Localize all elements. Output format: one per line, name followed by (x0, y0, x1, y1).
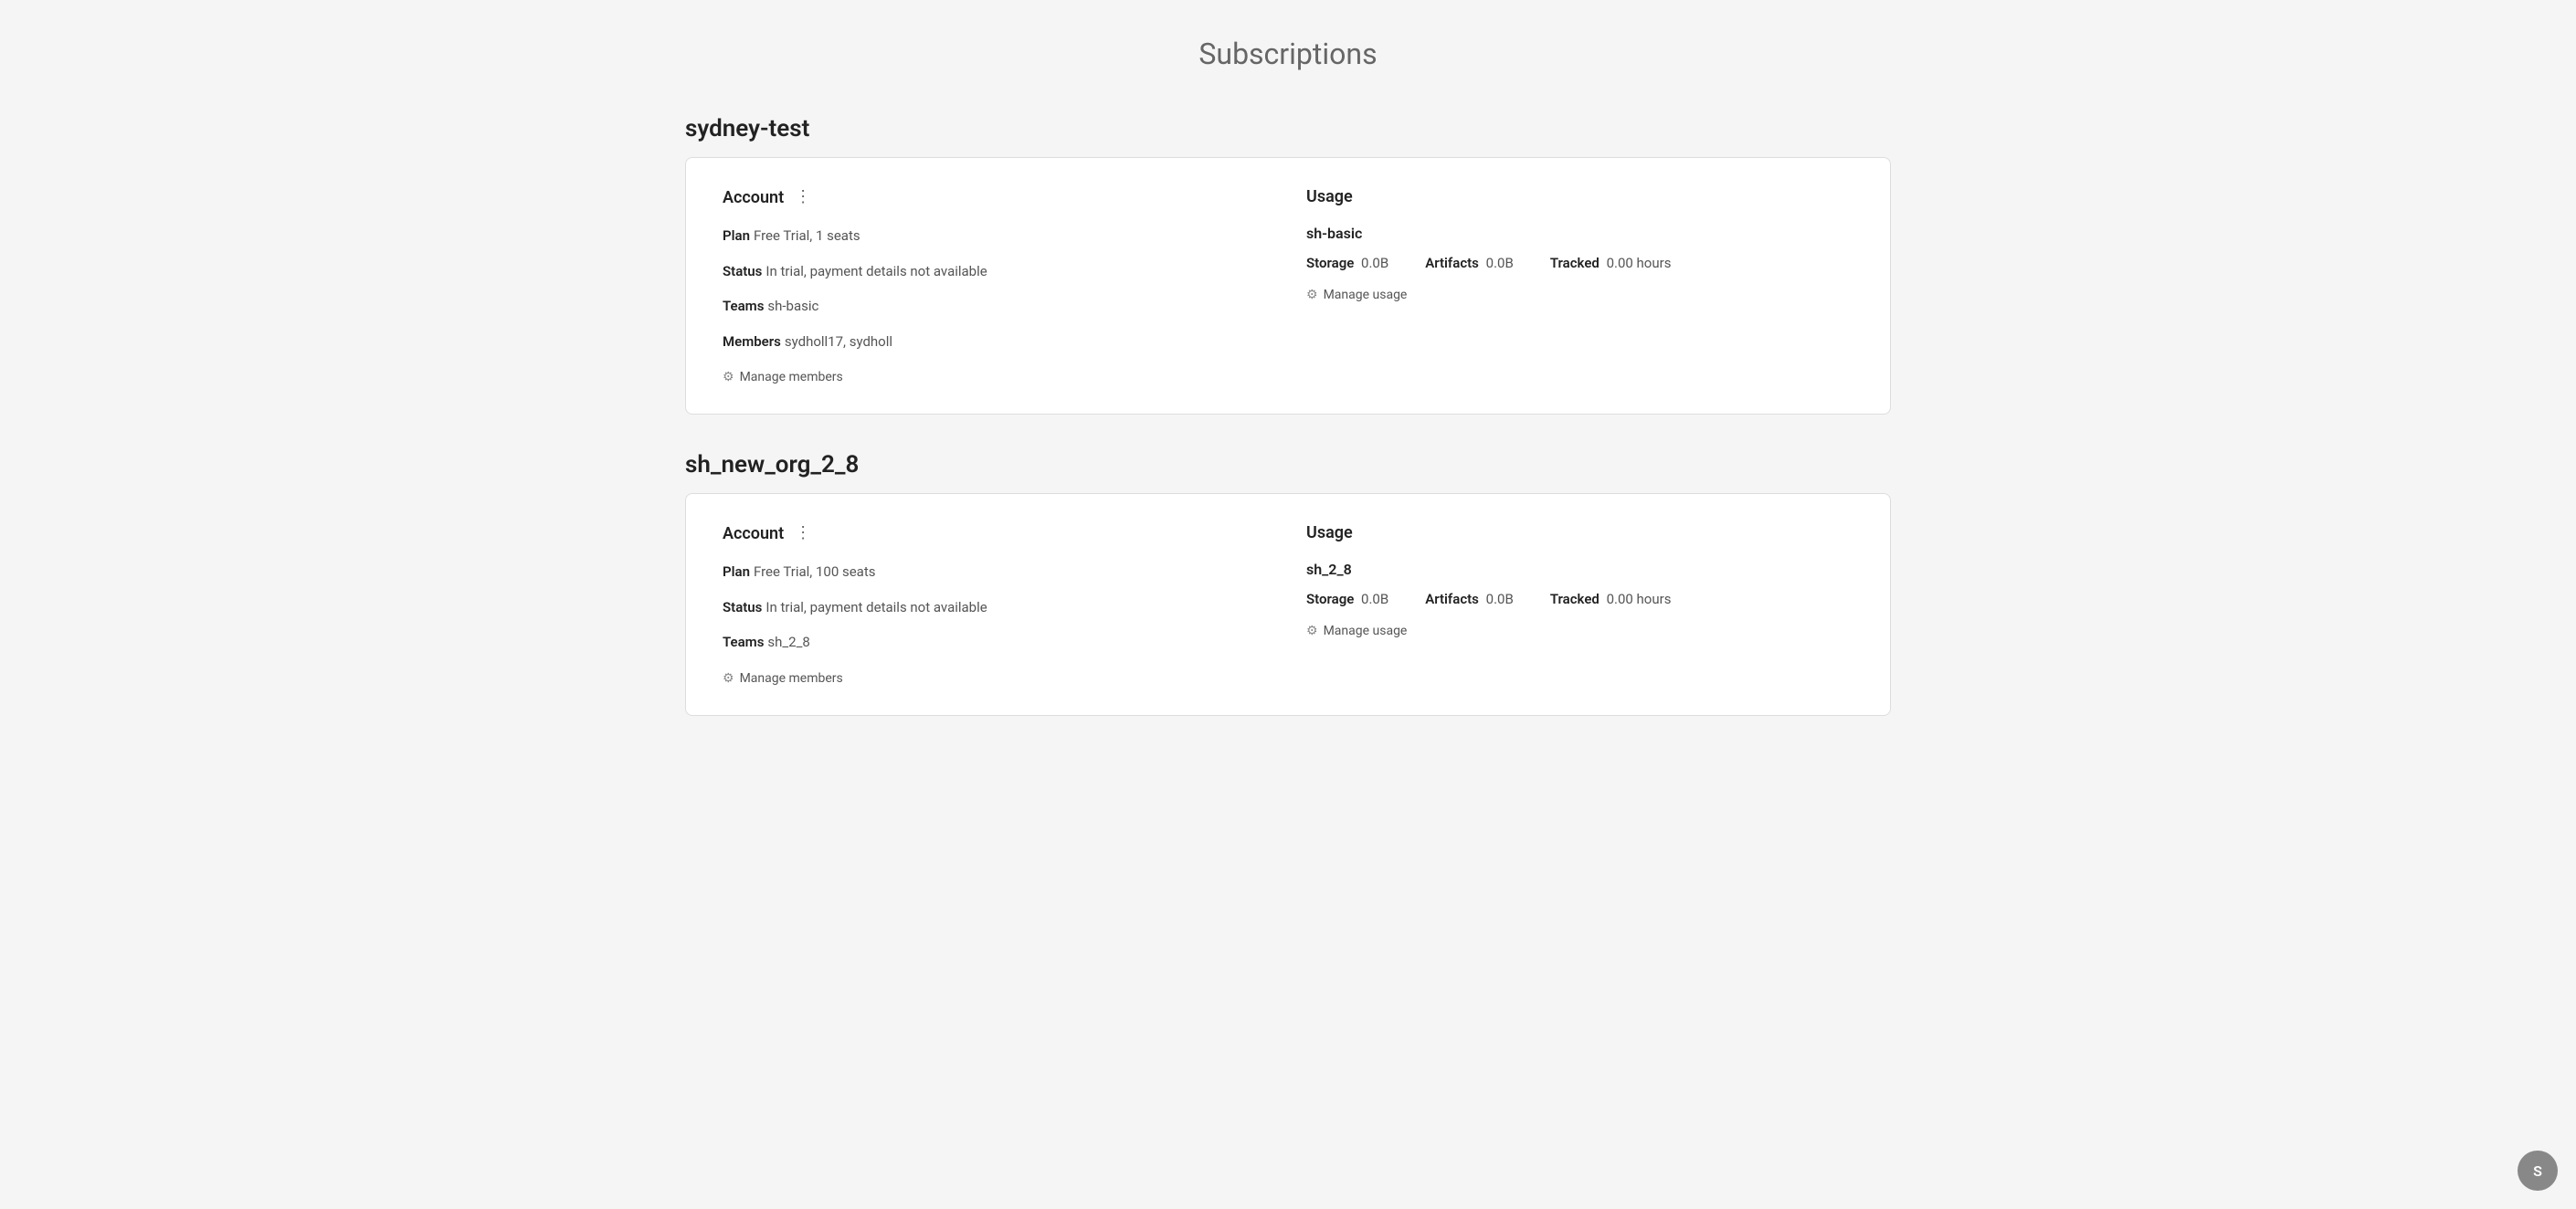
storage-value: 0.0B (1361, 591, 1388, 607)
artifacts-stat: Artifacts 0.0B (1425, 255, 1514, 271)
manage-usage-label: Manage usage (1324, 288, 1408, 302)
org-section-1: sh_new_org_2_8 Account ⋮ PlanFree Trial, 10… (685, 451, 1891, 716)
usage-title: Usage (1306, 523, 1353, 542)
members-row: Memberssydholl17, sydholl (723, 331, 1270, 352)
org-name: sh_new_org_2_8 (685, 451, 1891, 478)
org-name: sydney-test (685, 115, 1891, 142)
storage-value: 0.0B (1361, 255, 1388, 271)
storage-stat: Storage 0.0B (1306, 255, 1388, 271)
tracked-value: 0.00 hours (1607, 255, 1672, 271)
subscription-card: Account ⋮ PlanFree Trial, 1 seats StatusIn … (685, 157, 1891, 415)
gear-icon: ⚙ (723, 671, 734, 686)
usage-stats: Storage 0.0B Artifacts 0.0B Tracked 0.00… (1306, 591, 1853, 607)
account-title: Account (723, 188, 784, 207)
status-row: StatusIn trial, payment details not avai… (723, 597, 1270, 618)
manage-usage-label: Manage usage (1324, 624, 1408, 638)
account-section: Account ⋮ PlanFree Trial, 1 seats StatusIn … (723, 187, 1270, 384)
subscription-card: Account ⋮ PlanFree Trial, 100 seats StatusI… (685, 493, 1891, 716)
tracked-stat: Tracked 0.00 hours (1550, 591, 1672, 607)
artifacts-label: Artifacts (1425, 255, 1479, 271)
teams-value: sh-basic (767, 298, 818, 314)
plan-row: PlanFree Trial, 100 seats (723, 562, 1270, 583)
artifacts-value: 0.0B (1486, 591, 1514, 607)
manage-members-link[interactable]: ⚙ Manage members (723, 370, 843, 384)
teams-row: Teamssh-basic (723, 296, 1270, 317)
tracked-stat: Tracked 0.00 hours (1550, 255, 1672, 271)
artifacts-stat: Artifacts 0.0B (1425, 591, 1514, 607)
plan-value: Free Trial, 1 seats (754, 227, 860, 244)
more-options-icon[interactable]: ⋮ (791, 523, 815, 543)
status-value: In trial, payment details not available (765, 263, 987, 279)
members-value: sydholl17, sydholl (785, 333, 892, 350)
members-label: Members (723, 333, 781, 350)
gear-icon: ⚙ (723, 370, 734, 384)
tracked-value: 0.00 hours (1607, 591, 1672, 607)
storage-label: Storage (1306, 255, 1354, 271)
plan-row: PlanFree Trial, 1 seats (723, 226, 1270, 247)
account-header: Account ⋮ (723, 523, 1270, 543)
manage-members-label: Manage members (740, 370, 843, 384)
teams-value: sh_2_8 (767, 634, 809, 650)
status-label: Status (723, 263, 762, 279)
storage-label: Storage (1306, 591, 1354, 607)
avatar[interactable]: S (2518, 1151, 2558, 1191)
teams-row: Teamssh_2_8 (723, 632, 1270, 653)
usage-section: Usage sh-basic Storage 0.0B Artifacts 0.0… (1306, 187, 1853, 384)
more-options-icon[interactable]: ⋮ (791, 187, 815, 207)
teams-label: Teams (723, 298, 764, 314)
usage-section: Usage sh_2_8 Storage 0.0B Artifacts 0.0B … (1306, 523, 1853, 686)
manage-usage-link[interactable]: ⚙ Manage usage (1306, 288, 1407, 302)
status-row: StatusIn trial, payment details not avai… (723, 261, 1270, 282)
usage-team-name: sh-basic (1306, 225, 1853, 242)
manage-usage-link[interactable]: ⚙ Manage usage (1306, 624, 1407, 638)
usage-title: Usage (1306, 187, 1353, 206)
tracked-label: Tracked (1550, 591, 1599, 607)
manage-members-label: Manage members (740, 671, 843, 686)
gear-icon: ⚙ (1306, 288, 1318, 302)
artifacts-label: Artifacts (1425, 591, 1479, 607)
status-value: In trial, payment details not available (765, 599, 987, 615)
tracked-label: Tracked (1550, 255, 1599, 271)
account-section: Account ⋮ PlanFree Trial, 100 seats StatusI… (723, 523, 1270, 686)
account-title: Account (723, 524, 784, 543)
org-section-0: sydney-test Account ⋮ PlanFree Trial, 1 sea… (685, 115, 1891, 415)
plan-label: Plan (723, 563, 750, 580)
usage-header: Usage (1306, 187, 1853, 206)
status-label: Status (723, 599, 762, 615)
page-container: Subscriptions sydney-testAccount⋮PlanFre… (630, 0, 1946, 789)
avatar-initials: S (2533, 1162, 2542, 1180)
manage-members-link[interactable]: ⚙ Manage members (723, 671, 843, 686)
usage-stats: Storage 0.0B Artifacts 0.0B Tracked 0.00… (1306, 255, 1853, 271)
usage-header: Usage (1306, 523, 1853, 542)
orgs-container: sydney-testAccount⋮PlanFree Trial, 1 sea… (685, 115, 1891, 716)
teams-label: Teams (723, 634, 764, 650)
artifacts-value: 0.0B (1486, 255, 1514, 271)
gear-icon: ⚙ (1306, 624, 1318, 638)
plan-value: Free Trial, 100 seats (754, 563, 876, 580)
plan-label: Plan (723, 227, 750, 244)
page-title: Subscriptions (685, 37, 1891, 71)
usage-team-name: sh_2_8 (1306, 561, 1853, 578)
storage-stat: Storage 0.0B (1306, 591, 1388, 607)
account-header: Account ⋮ (723, 187, 1270, 207)
